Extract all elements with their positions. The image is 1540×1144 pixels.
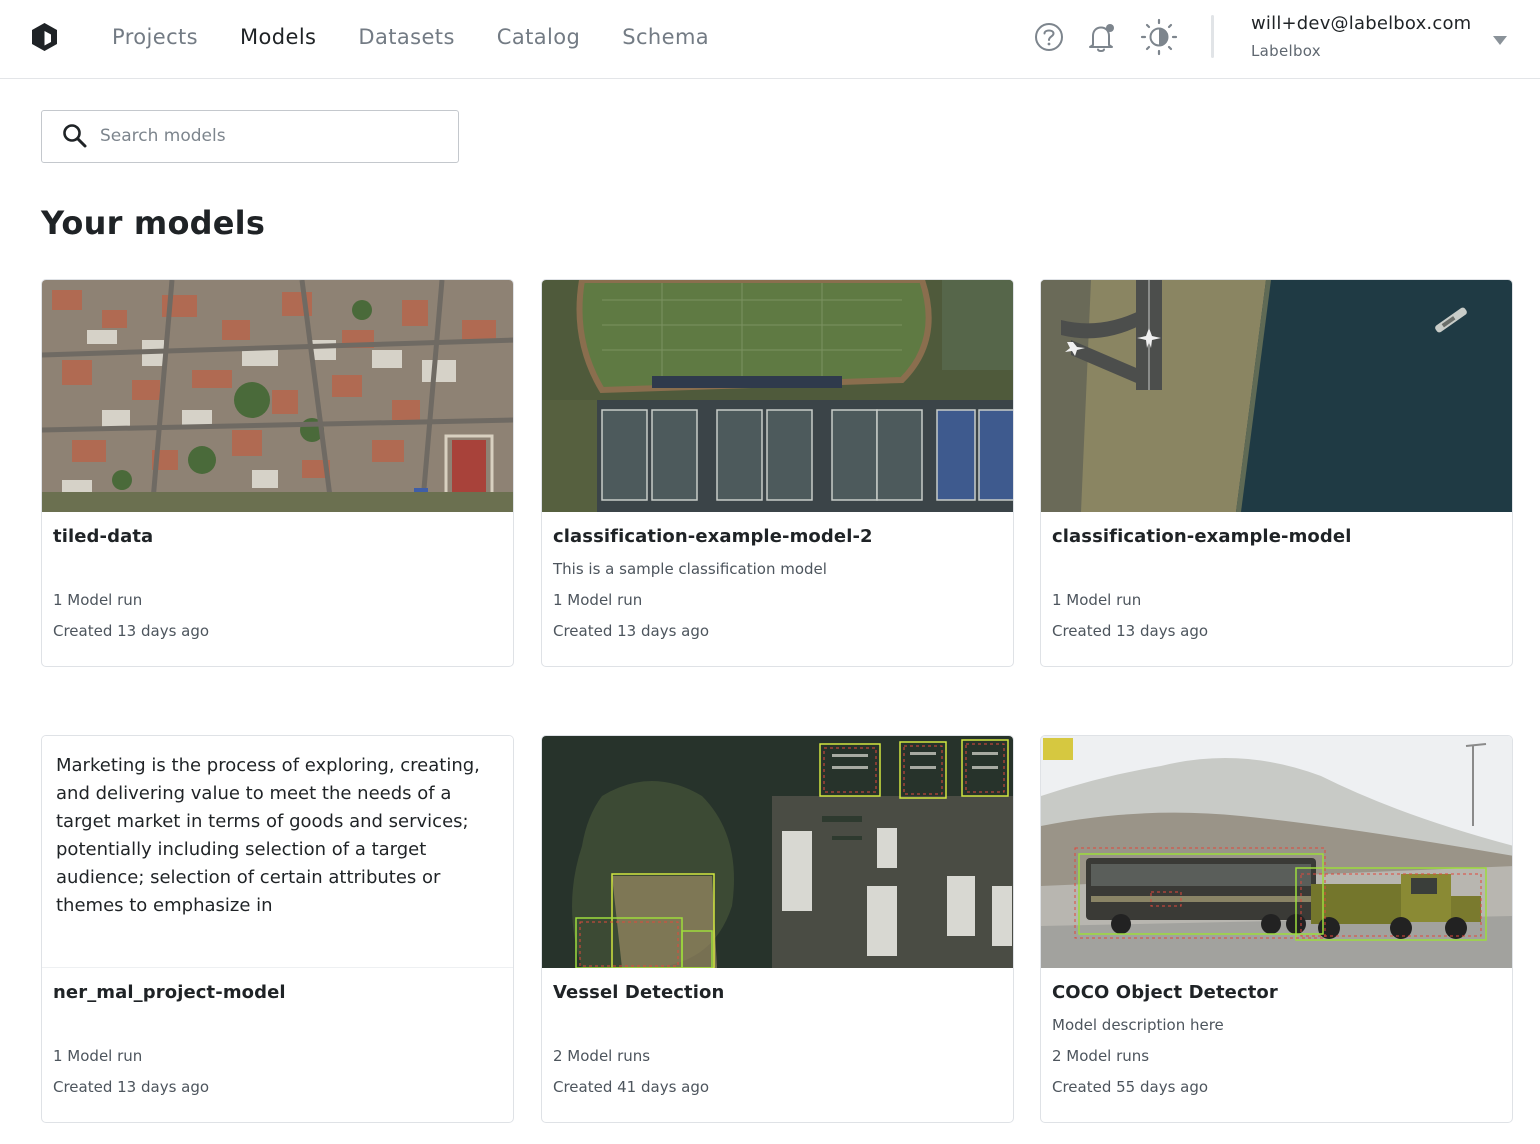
nav-catalog[interactable]: Catalog bbox=[497, 22, 580, 52]
model-thumbnail-image bbox=[42, 280, 513, 512]
search-icon bbox=[62, 123, 88, 149]
model-card-vessel-detection[interactable]: Vessel Detection 2 Model runs Created 41… bbox=[541, 735, 1014, 1123]
model-name: classification-example-model bbox=[1052, 526, 1352, 547]
model-card-classification-example-model-2[interactable]: classification-example-model-2 This is a… bbox=[541, 279, 1014, 667]
main-nav: Projects Models Datasets Catalog Schema bbox=[112, 22, 751, 52]
model-run-count: 1 Model run bbox=[1052, 591, 1142, 609]
nav-projects[interactable]: Projects bbox=[112, 22, 198, 52]
model-run-count: 2 Model runs bbox=[553, 1047, 651, 1065]
model-thumbnail-text: Marketing is the process of exploring, c… bbox=[42, 736, 513, 968]
top-navigation-bar: Projects Models Datasets Catalog Schema bbox=[0, 0, 1540, 79]
model-created-date: Created 13 days ago bbox=[553, 622, 710, 640]
model-created-date: Created 13 days ago bbox=[53, 1078, 210, 1096]
user-organization[interactable]: Labelbox bbox=[1251, 42, 1321, 60]
model-name: Vessel Detection bbox=[553, 982, 725, 1003]
model-run-count: 1 Model run bbox=[53, 1047, 143, 1065]
model-run-count: 1 Model run bbox=[553, 591, 643, 609]
labelbox-logo-icon[interactable] bbox=[31, 22, 58, 52]
nav-datasets[interactable]: Datasets bbox=[358, 22, 454, 52]
model-thumbnail-image bbox=[542, 280, 1013, 512]
model-created-date: Created 13 days ago bbox=[53, 622, 210, 640]
model-card-classification-example-model[interactable]: classification-example-model 1 Model run… bbox=[1040, 279, 1513, 667]
model-name: ner_mal_project-model bbox=[53, 982, 286, 1003]
search-input[interactable] bbox=[100, 119, 440, 153]
model-card-tiled-data[interactable]: tiled-data 1 Model run Created 13 days a… bbox=[41, 279, 514, 667]
model-description: Model description here bbox=[1052, 1016, 1224, 1034]
model-run-count: 1 Model run bbox=[53, 591, 143, 609]
notification-bell-icon[interactable] bbox=[1084, 18, 1118, 56]
model-card-coco-object-detector[interactable]: COCO Object Detector Model description h… bbox=[1040, 735, 1513, 1123]
model-created-date: Created 41 days ago bbox=[553, 1078, 710, 1096]
search-box bbox=[41, 110, 459, 163]
model-name: tiled-data bbox=[53, 526, 154, 547]
model-thumbnail-image bbox=[1041, 280, 1512, 512]
user-menu-caret-icon[interactable] bbox=[1492, 31, 1508, 45]
text-preview: Marketing is the process of exploring, c… bbox=[56, 755, 480, 916]
model-name: classification-example-model-2 bbox=[553, 526, 873, 547]
model-created-date: Created 13 days ago bbox=[1052, 622, 1209, 640]
model-created-date: Created 55 days ago bbox=[1052, 1078, 1209, 1096]
model-name: COCO Object Detector bbox=[1052, 982, 1278, 1003]
model-run-count: 2 Model runs bbox=[1052, 1047, 1150, 1065]
help-icon[interactable] bbox=[1032, 18, 1066, 56]
model-thumbnail-image bbox=[542, 736, 1013, 968]
page-title: Your models bbox=[41, 204, 266, 242]
user-email[interactable]: will+dev@labelbox.com bbox=[1251, 13, 1471, 34]
model-thumbnail-image bbox=[1041, 736, 1512, 968]
theme-toggle-icon[interactable] bbox=[1140, 18, 1178, 56]
header-divider bbox=[1211, 15, 1214, 58]
model-card-ner-mal-project-model[interactable]: Marketing is the process of exploring, c… bbox=[41, 735, 514, 1123]
model-description: This is a sample classification model bbox=[553, 560, 827, 578]
nav-schema[interactable]: Schema bbox=[622, 22, 709, 52]
nav-models[interactable]: Models bbox=[240, 22, 316, 52]
